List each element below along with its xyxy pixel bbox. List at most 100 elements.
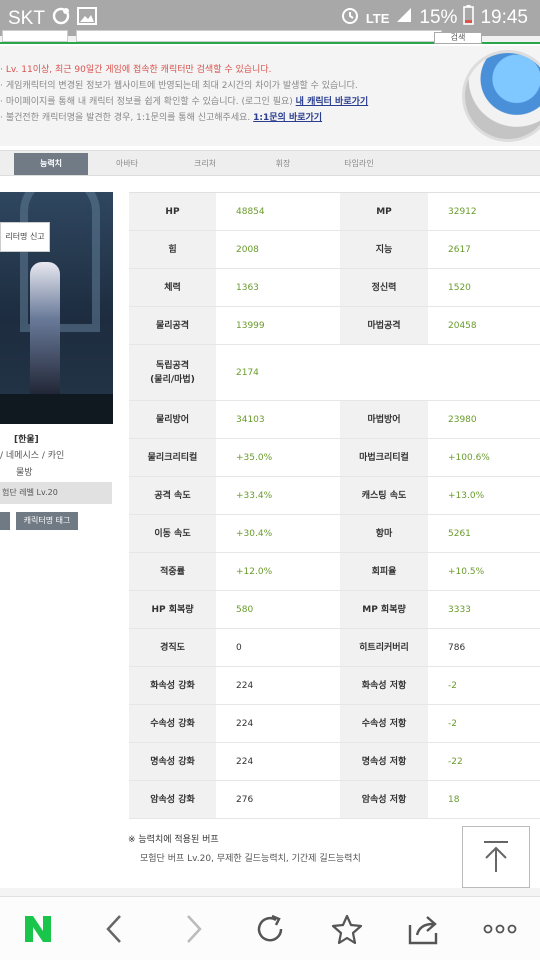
stat-label: 암속성 저항 bbox=[340, 781, 428, 818]
search-row: 검색 bbox=[0, 30, 540, 44]
battery-level: 15% bbox=[419, 7, 458, 28]
tab-emblem[interactable]: 휘장 bbox=[246, 153, 320, 175]
stat-value: 18 bbox=[428, 781, 540, 818]
adventure-level: 험단 레벨 Lv.20 bbox=[0, 482, 112, 504]
stat-value: +33.4% bbox=[216, 477, 340, 514]
stat-label: 화속성 강화 bbox=[129, 667, 216, 704]
search-button[interactable]: 검색 bbox=[434, 32, 482, 44]
stat-row: 적중률 +12.0% 회피율 +10.5% bbox=[129, 553, 540, 591]
stat-value: 34103 bbox=[216, 401, 340, 438]
notice-item: · 불건전한 캐릭터명을 발견한 경우, 1:1문의를 통해 신고해주세요. 1:… bbox=[0, 113, 323, 123]
stat-value bbox=[428, 345, 540, 400]
report-name-button[interactable]: 리터명 신고 bbox=[0, 222, 50, 252]
stat-value: -2 bbox=[428, 667, 540, 704]
more-icon[interactable] bbox=[476, 905, 524, 953]
stat-value: 224 bbox=[216, 743, 340, 780]
stat-value: 786 bbox=[428, 629, 540, 666]
stat-value: +10.5% bbox=[428, 553, 540, 590]
stat-label: 명속성 저항 bbox=[340, 743, 428, 780]
stat-value: 5261 bbox=[428, 515, 540, 552]
signal-icon bbox=[395, 6, 413, 30]
search-input[interactable] bbox=[76, 30, 442, 42]
stat-label: 물리공격 bbox=[129, 307, 216, 344]
stat-label: 이동 속도 bbox=[129, 515, 216, 552]
stat-label: 항마 bbox=[340, 515, 428, 552]
stat-row: 물리크리티컬 +35.0% 마법크리티컬 +100.6% bbox=[129, 439, 540, 477]
network-type: LTE bbox=[365, 10, 390, 26]
bookmark-star-icon[interactable] bbox=[323, 905, 371, 953]
forward-icon[interactable] bbox=[170, 905, 218, 953]
stat-row: HP 48854 MP 32912 bbox=[129, 193, 540, 231]
server-select[interactable] bbox=[2, 30, 68, 42]
stat-value: 2174 bbox=[216, 345, 340, 400]
stat-label bbox=[340, 345, 428, 400]
refresh-icon[interactable] bbox=[246, 905, 294, 953]
stat-label: 마법공격 bbox=[340, 307, 428, 344]
scroll-top-button[interactable] bbox=[462, 826, 530, 888]
stat-label: 캐스팅 속도 bbox=[340, 477, 428, 514]
buff-note: ※ 능력치에 적용된 버프 모험단 버프 Lv.20, 무제한 길드능력치, 기… bbox=[128, 832, 361, 864]
stat-label: MP bbox=[340, 193, 428, 230]
inquiry-link[interactable]: 1:1문의 바로가기 bbox=[253, 113, 322, 123]
stat-value: +13.0% bbox=[428, 477, 540, 514]
stat-row: 수속성 강화 224 수속성 저항 -2 bbox=[129, 705, 540, 743]
my-character-link[interactable]: 내 캐릭터 바로가기 bbox=[296, 97, 369, 107]
character-tag-button[interactable]: 캐릭터명 태그 bbox=[16, 512, 78, 530]
gallery-icon bbox=[76, 7, 97, 31]
character-class: / 네메시스 / 카인 bbox=[0, 451, 65, 461]
stat-value: 224 bbox=[216, 667, 340, 704]
stat-label: 화속성 저항 bbox=[340, 667, 428, 704]
stat-value: 32912 bbox=[428, 193, 540, 230]
stat-value: +30.4% bbox=[216, 515, 340, 552]
stat-label: 경직도 bbox=[129, 629, 216, 666]
stat-value: 1363 bbox=[216, 269, 340, 306]
stat-row: 명속성 강화 224 명속성 저항 -22 bbox=[129, 743, 540, 781]
stat-label: HP bbox=[129, 193, 216, 230]
buff-detail: 모험단 버프 Lv.20, 무제한 길드능력치, 기간제 길드능력치 bbox=[140, 854, 361, 864]
stat-row: 화속성 강화 224 화속성 저항 -2 bbox=[129, 667, 540, 705]
arrow-up-icon bbox=[484, 841, 508, 872]
stat-value: 2008 bbox=[216, 231, 340, 268]
stat-label: 명속성 강화 bbox=[129, 743, 216, 780]
stat-label: MP 회복량 bbox=[340, 591, 428, 628]
stat-label: 마법크리티컬 bbox=[340, 439, 428, 476]
buff-title: ※ 능력치에 적용된 버프 bbox=[128, 835, 219, 845]
stat-label: HP 회복량 bbox=[129, 591, 216, 628]
character-name: [한울] bbox=[14, 435, 39, 445]
stat-label: 체력 bbox=[129, 269, 216, 306]
battery-icon bbox=[463, 5, 475, 31]
notice-item: · 게임캐릭터의 변경된 정보가 웹사이트에 반영되는데 최대 2시간의 차이가 … bbox=[0, 81, 358, 91]
stat-label: 암속성 강화 bbox=[129, 781, 216, 818]
naver-logo-icon[interactable] bbox=[14, 905, 62, 953]
tab-timeline[interactable]: 타임라인 bbox=[322, 153, 396, 175]
back-icon[interactable] bbox=[90, 905, 138, 953]
stat-value: +100.6% bbox=[428, 439, 540, 476]
stat-label: 회피율 bbox=[340, 553, 428, 590]
stat-value: 23980 bbox=[428, 401, 540, 438]
stat-value: 48854 bbox=[216, 193, 340, 230]
stat-value: 13999 bbox=[216, 307, 340, 344]
stat-row: 물리방어 34103 마법방어 23980 bbox=[129, 401, 540, 439]
carrier-label: SKT bbox=[8, 8, 45, 29]
floating-thumbnail[interactable] bbox=[458, 46, 540, 146]
stat-label: 수속성 저항 bbox=[340, 705, 428, 742]
stat-row: 체력 1363 정신력 1520 bbox=[129, 269, 540, 307]
tab-avatar[interactable]: 아바타 bbox=[90, 153, 164, 175]
stat-label: 물리방어 bbox=[129, 401, 216, 438]
character-action-button[interactable] bbox=[0, 512, 10, 530]
stat-value: 276 bbox=[216, 781, 340, 818]
share-icon[interactable] bbox=[400, 905, 448, 953]
stat-label: 적중률 bbox=[129, 553, 216, 590]
notice-item: · 마이페이지를 통해 내 캐릭터 정보를 쉽게 확인할 수 있습니다. (로그인… bbox=[0, 97, 369, 107]
tab-stats[interactable]: 능력치 bbox=[14, 153, 88, 175]
stat-value: +35.0% bbox=[216, 439, 340, 476]
stat-value: -2 bbox=[428, 705, 540, 742]
stat-label: 수속성 강화 bbox=[129, 705, 216, 742]
clock: 19:45 bbox=[480, 7, 528, 28]
stats-table: HP 48854 MP 32912 힘 2008 지능 2617 체력 1363 정신력 1520 물리… bbox=[129, 192, 540, 819]
notification-icon bbox=[51, 6, 71, 32]
stat-row: 독립공격 (물리/마법) 2174 bbox=[129, 345, 540, 401]
stat-value: -22 bbox=[428, 743, 540, 780]
notice-item: · Lv. 11이상, 최근 90일간 게임에 접속한 캐릭터만 검색할 수 있습… bbox=[0, 65, 272, 75]
tab-creature[interactable]: 크리처 bbox=[168, 153, 242, 175]
